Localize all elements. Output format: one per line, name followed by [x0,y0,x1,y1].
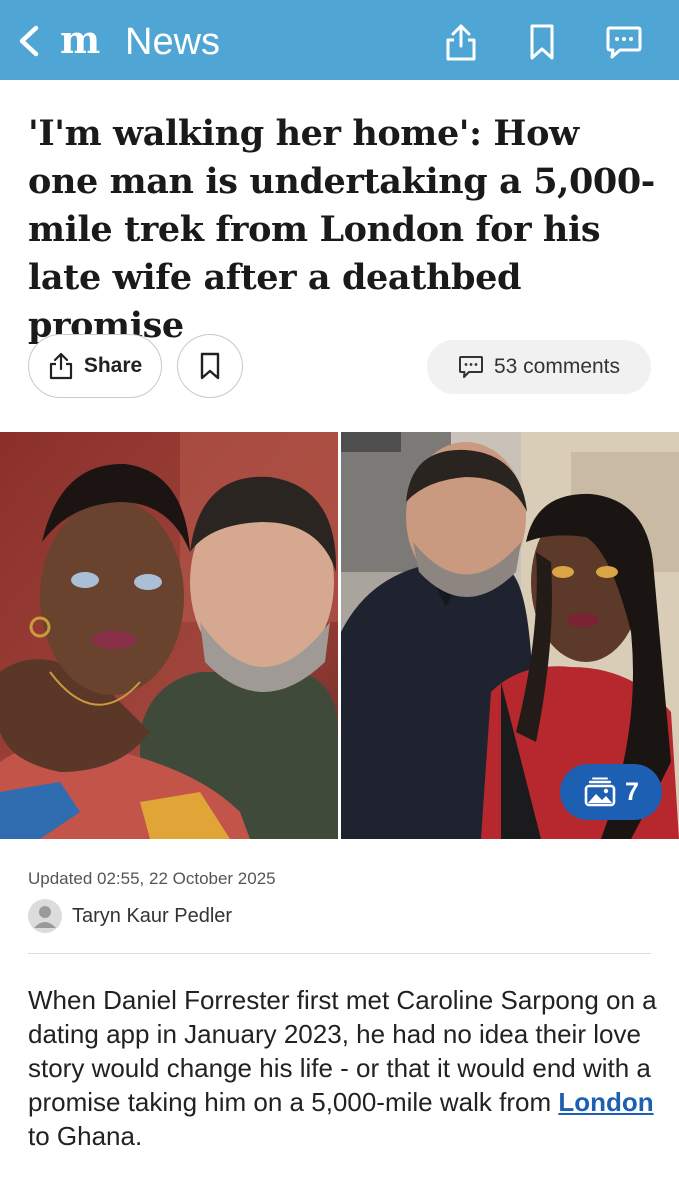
comment-icon[interactable] [604,22,642,62]
gallery-count: 7 [625,777,639,806]
comments-count-label: 53 comments [493,355,621,378]
bookmark-icon [200,352,220,380]
article-photo-left[interactable] [0,432,338,839]
share-upload-icon[interactable] [442,22,480,62]
comments-button[interactable]: 53 comments [427,340,651,394]
bookmark-icon[interactable] [523,22,561,62]
author-byline[interactable]: Taryn Kaur Pedler [28,899,232,933]
save-article-button[interactable] [177,334,243,398]
updated-timestamp: Updated 02:55, 22 October 2025 [28,869,276,888]
body-text-end: to Ghana. [28,1121,143,1151]
article-headline: 'I'm walking her home': How one man is u… [28,113,655,346]
article-body-paragraph: When Daniel Forrester first met Caroline… [28,983,658,1153]
author-name: Taryn Kaur Pedler [72,904,233,927]
divider [28,953,651,954]
gallery-icon [584,777,616,807]
avatar-icon [28,899,62,933]
comment-icon [458,356,483,378]
back-chevron-icon[interactable] [14,24,44,58]
site-logo[interactable]: m [60,18,100,62]
share-icon [49,352,72,380]
share-button-label: Share [83,354,143,377]
section-title: News [125,21,221,63]
gallery-count-badge[interactable]: 7 [560,764,662,820]
london-link[interactable]: London [558,1087,653,1117]
top-app-bar: m News [0,0,679,80]
share-button[interactable]: Share [28,334,162,398]
